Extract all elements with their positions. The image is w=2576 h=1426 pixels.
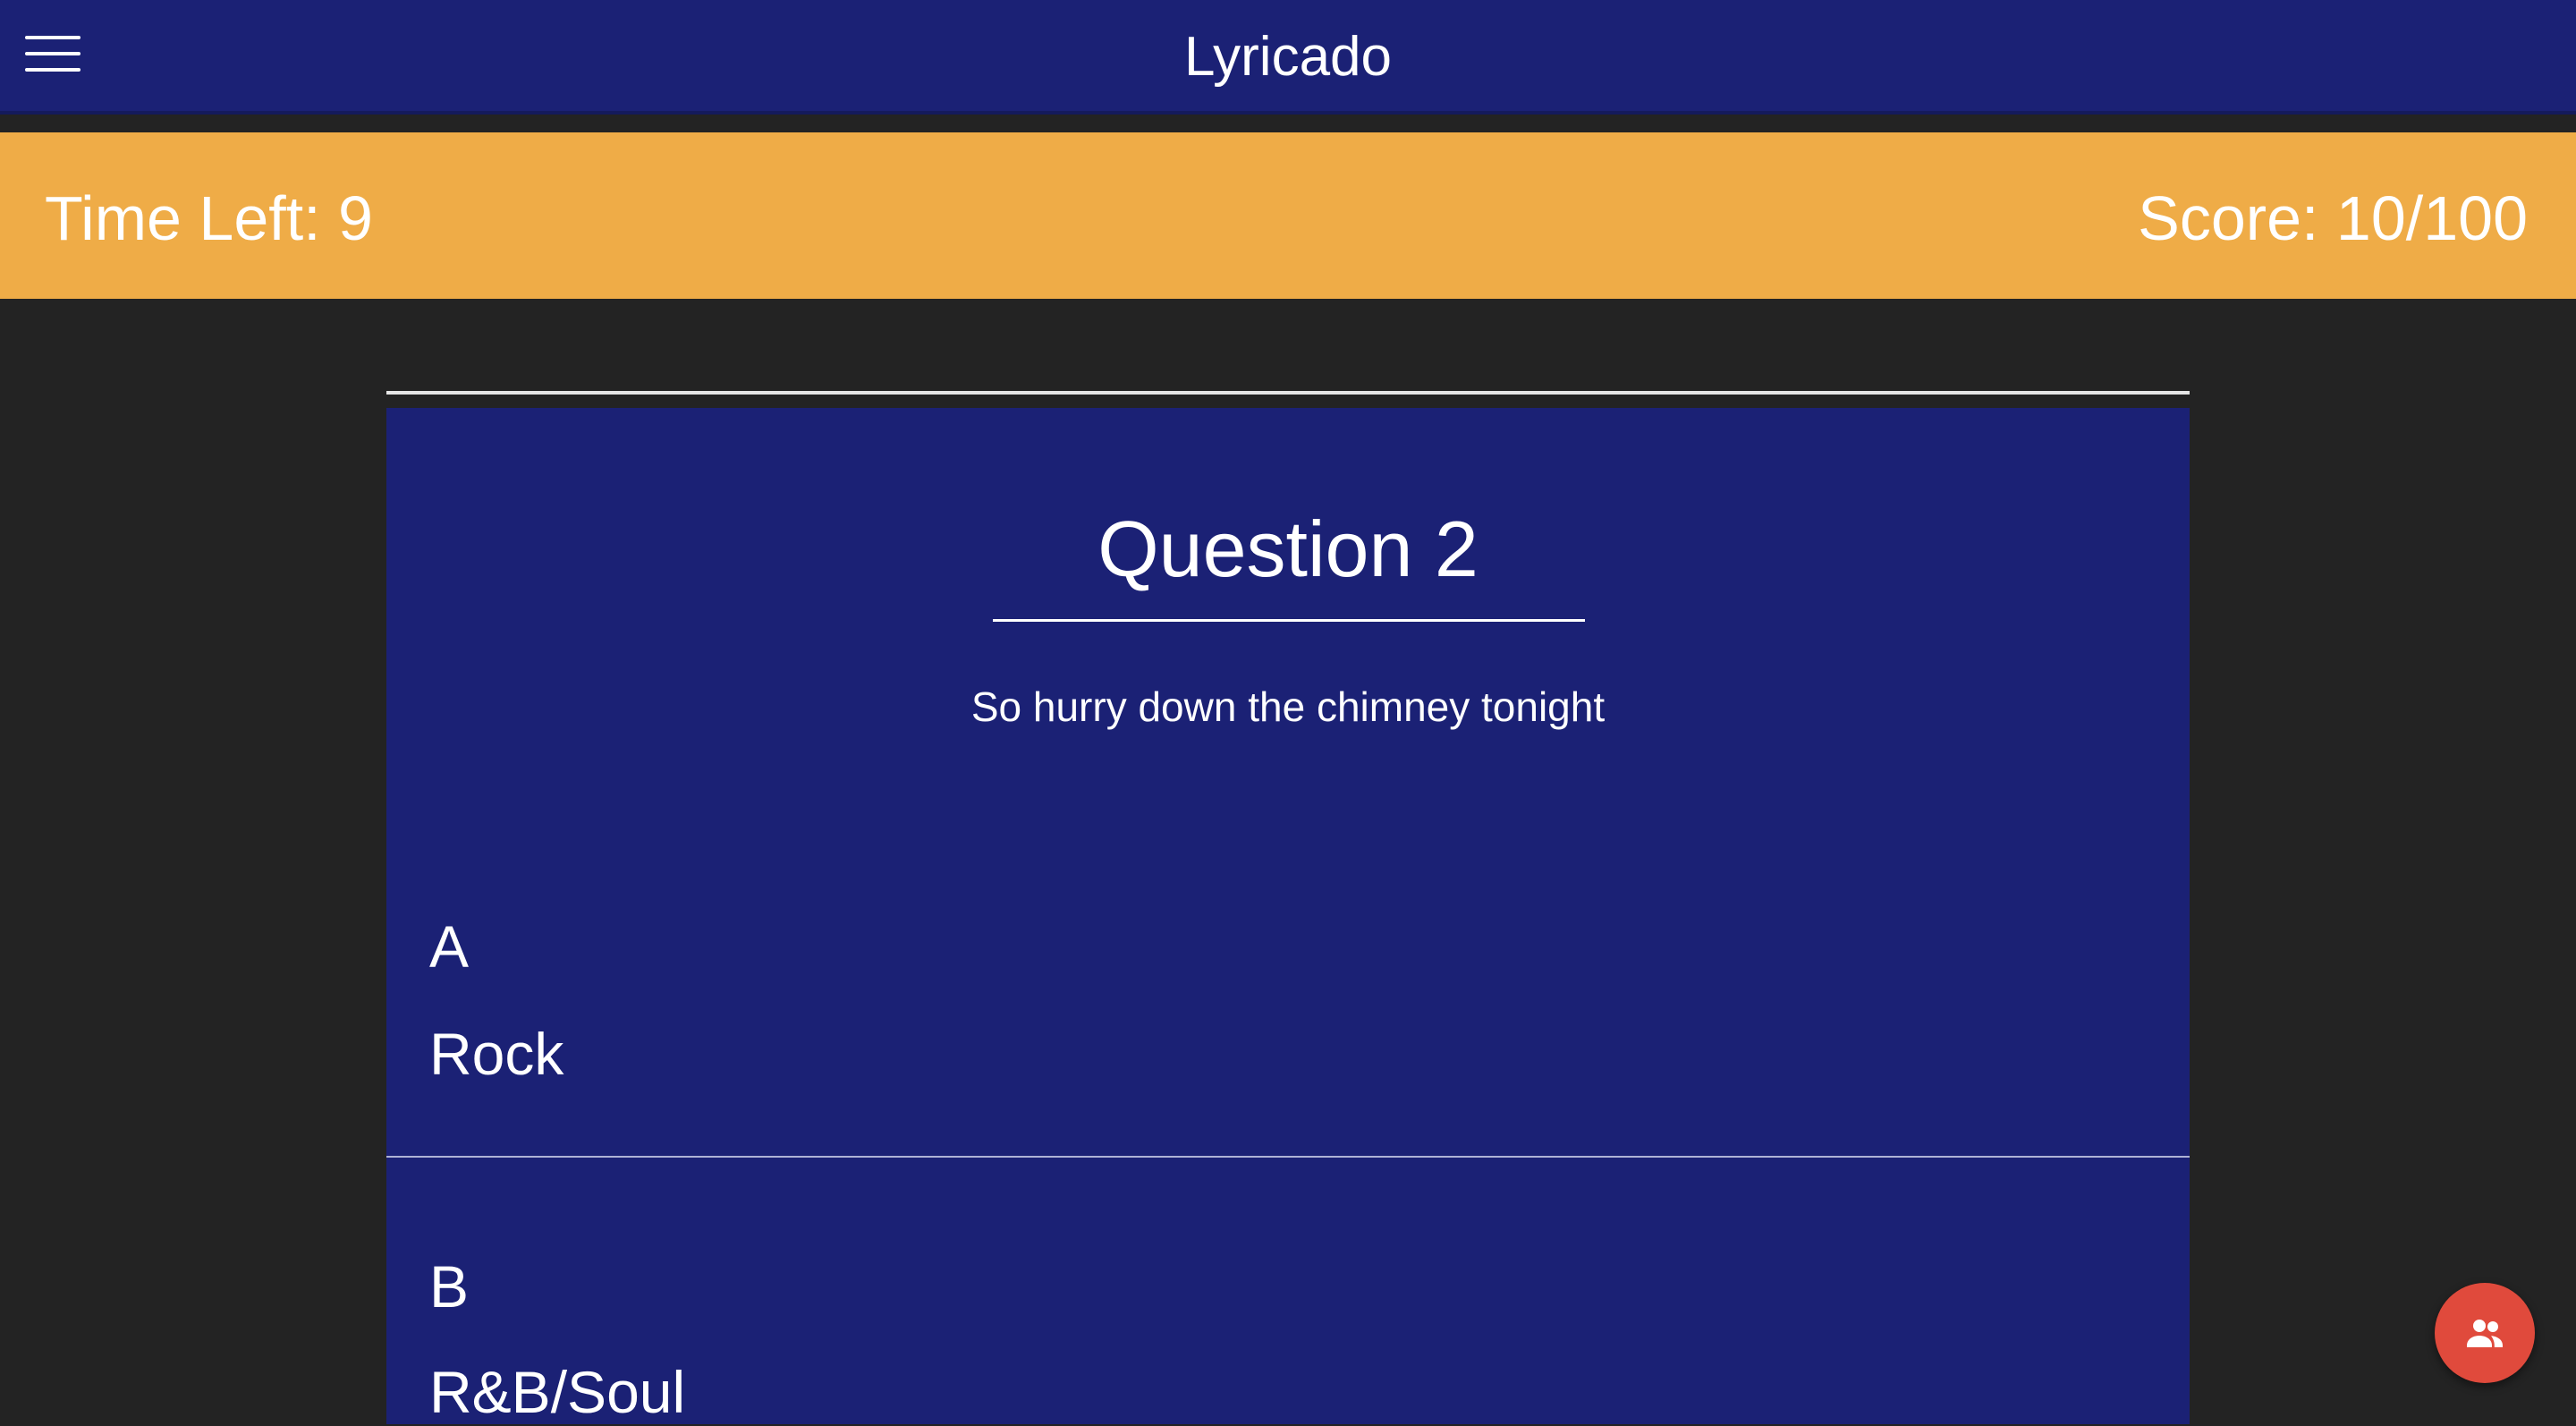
answer-option-a[interactable] bbox=[386, 891, 2190, 1156]
app-header: Lyricado bbox=[0, 0, 2576, 115]
multiplayer-fab-button[interactable] bbox=[2435, 1283, 2535, 1383]
app-title: Lyricado bbox=[1183, 26, 1393, 88]
divider bbox=[386, 391, 2190, 395]
answer-b-letter: B bbox=[429, 1253, 470, 1320]
answer-a-letter: A bbox=[429, 913, 470, 980]
question-title: Question 2 bbox=[1097, 505, 1479, 593]
question-title-underline bbox=[993, 619, 1585, 622]
question-lyric: So hurry down the chimney tonight bbox=[970, 683, 1606, 730]
answer-a-genre: Rock bbox=[429, 1021, 564, 1087]
score-label: Score: 10/100 bbox=[2138, 183, 2528, 253]
answer-b-genre: R&B/Soul bbox=[429, 1359, 686, 1425]
time-left-label: Time Left: 9 bbox=[45, 183, 373, 253]
people-icon bbox=[2467, 1320, 2503, 1347]
status-bar: Time Left: 9 Score: 10/100 bbox=[0, 132, 2576, 299]
